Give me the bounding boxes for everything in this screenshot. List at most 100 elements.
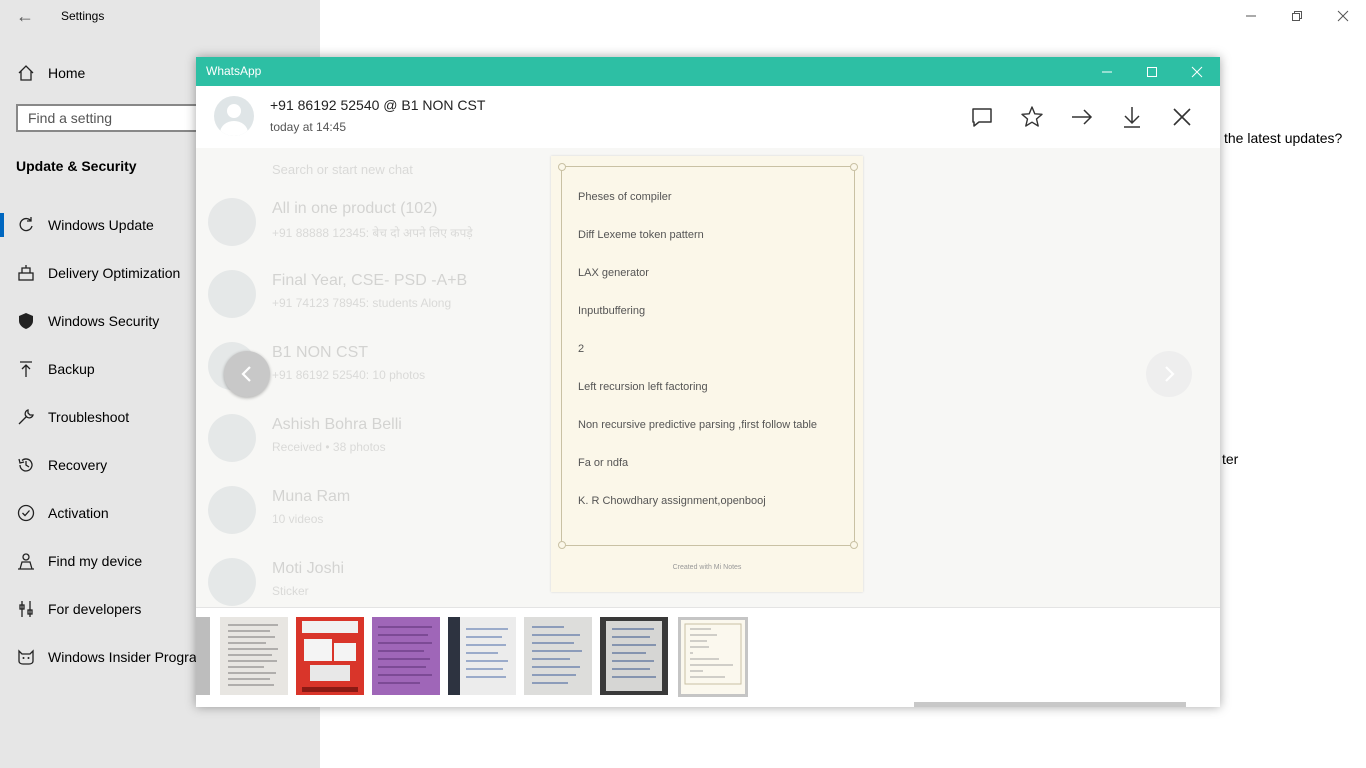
- chat-name: Final Year, CSE- PSD -A+B: [272, 272, 468, 289]
- shield-icon: [16, 311, 36, 331]
- comment-icon: [972, 108, 992, 127]
- list-item: Ashish Bohra Belli Received • 38 photos: [208, 408, 538, 468]
- sidebar-item-label: Recovery: [48, 457, 108, 473]
- note-line: 2: [578, 343, 585, 355]
- contact-name[interactable]: +91 86192 52540 @ B1 NON CST: [270, 97, 485, 113]
- thumbnail[interactable]: [448, 617, 516, 695]
- reply-button[interactable]: [967, 104, 997, 130]
- chat-snippet: Received • 38 photos: [272, 440, 386, 454]
- partial-page-text: ter: [1222, 451, 1239, 467]
- cat-icon: [16, 647, 36, 667]
- frame-corner: [558, 541, 566, 549]
- minimize-icon: [1246, 15, 1256, 17]
- note-line: Fa or ndfa: [578, 457, 629, 469]
- list-item: Muna Ram 10 videos: [208, 480, 538, 540]
- background-search-text: Search or start new chat: [272, 162, 413, 177]
- star-icon: [1021, 106, 1043, 127]
- download-button[interactable]: [1117, 104, 1147, 130]
- note-line: LAX generator: [578, 267, 649, 279]
- note-line: Diff Lexeme token pattern: [578, 229, 704, 241]
- updates-question-text: the latest updates?: [1224, 130, 1343, 146]
- whatsapp-window-title: WhatsApp: [206, 64, 262, 78]
- note-line: K. R Chowdhary assignment,openbooj: [578, 495, 766, 507]
- thumbnail[interactable]: [196, 617, 210, 695]
- avatar: [208, 414, 256, 462]
- close-viewer-button[interactable]: [1167, 104, 1197, 130]
- chat-name: Moti Joshi: [272, 560, 345, 577]
- sidebar-item-label: Windows Security: [48, 313, 160, 329]
- sidebar-item-label: Windows Update: [48, 217, 154, 233]
- thumbnail[interactable]: [372, 617, 440, 695]
- next-image-button[interactable]: [1146, 351, 1192, 397]
- chat-name: Ashish Bohra Belli: [272, 416, 402, 433]
- download-icon: [1124, 107, 1140, 128]
- thumbnail[interactable]: [524, 617, 592, 695]
- thumbnail[interactable]: [296, 617, 364, 695]
- list-item: Final Year, CSE- PSD -A+B +91 74123 7894…: [208, 264, 538, 324]
- forward-button[interactable]: [1067, 104, 1097, 130]
- thumbnail-selected[interactable]: [678, 617, 748, 697]
- chat-snippet: 10 videos: [272, 512, 324, 526]
- star-button[interactable]: [1017, 104, 1047, 130]
- note-line: Inputbuffering: [578, 305, 646, 317]
- list-item: Moti Joshi Sticker: [208, 552, 538, 612]
- chat-snippet: +91 86192 52540: 10 photos: [272, 368, 426, 382]
- wa-close-button[interactable]: [1174, 57, 1219, 86]
- sliders-icon: [16, 599, 36, 619]
- wrench-icon: [16, 407, 36, 427]
- wa-maximize-button[interactable]: [1129, 57, 1174, 86]
- search-box[interactable]: [16, 104, 208, 132]
- maximize-icon: [1146, 66, 1157, 77]
- minimize-button[interactable]: [1228, 0, 1274, 32]
- sidebar-item-label: Windows Insider Progra: [48, 649, 197, 665]
- chevron-left-icon: [241, 366, 251, 382]
- settings-window-controls: [1228, 0, 1366, 32]
- history-icon: [16, 455, 36, 475]
- note-line: Pheses of compiler: [578, 191, 672, 203]
- whatsapp-window: WhatsApp Search or start new chat All in…: [196, 57, 1220, 707]
- avatar[interactable]: [214, 96, 254, 136]
- sidebar-item-label: Troubleshoot: [48, 409, 130, 425]
- close-button[interactable]: [1320, 0, 1366, 32]
- restore-button[interactable]: [1274, 0, 1320, 32]
- message-timestamp: today at 14:45: [270, 120, 347, 134]
- thumbnail-scrollbar[interactable]: [914, 702, 1186, 707]
- sidebar-item-label: Find my device: [48, 553, 143, 569]
- chat-snippet: +91 74123 78945: students Along: [272, 296, 452, 310]
- previous-image-button[interactable]: [224, 351, 270, 397]
- back-button[interactable]: ←: [14, 6, 36, 26]
- home-icon: [16, 63, 36, 83]
- media-viewer-header: +91 86192 52540 @ B1 NON CST today at 14…: [196, 86, 1220, 148]
- chat-name: B1 NON CST: [272, 344, 369, 361]
- avatar: [208, 558, 256, 606]
- home-label: Home: [48, 65, 86, 81]
- arrow-left-icon: ←: [16, 6, 34, 26]
- chat-snippet: +91 88888 12345: बेच दो अपने लिए कपड़े: [272, 226, 473, 240]
- thumbnail[interactable]: [220, 617, 288, 695]
- frame-corner: [850, 541, 858, 549]
- close-icon: [1173, 108, 1191, 126]
- frame-corner: [850, 163, 858, 171]
- chat-snippet: Sticker: [272, 584, 309, 598]
- note-frame: [558, 163, 858, 549]
- sidebar-item-label: Backup: [48, 361, 95, 377]
- avatar: [208, 198, 256, 246]
- note-line: Left recursion left factoring: [578, 381, 708, 393]
- refresh-icon: [16, 215, 36, 235]
- whatsapp-titlebar[interactable]: WhatsApp: [196, 57, 1220, 86]
- app-title: Settings: [61, 9, 105, 23]
- search-input[interactable]: [18, 106, 208, 130]
- person-locate-icon: [16, 551, 36, 571]
- sidebar-item-label: For developers: [48, 601, 142, 617]
- media-image[interactable]: Pheses of compiler Diff Lexeme token pat…: [551, 156, 863, 592]
- sidebar-item-label: Delivery Optimization: [48, 265, 181, 281]
- delivery-icon: [16, 263, 36, 283]
- avatar: [208, 486, 256, 534]
- minimize-icon: [1101, 71, 1112, 72]
- upload-icon: [16, 359, 36, 379]
- sidebar-item-label: Activation: [48, 505, 109, 521]
- close-icon: [1337, 10, 1349, 22]
- section-title: Update & Security: [16, 158, 137, 174]
- thumbnail[interactable]: [600, 617, 668, 695]
- wa-minimize-button[interactable]: [1084, 57, 1129, 86]
